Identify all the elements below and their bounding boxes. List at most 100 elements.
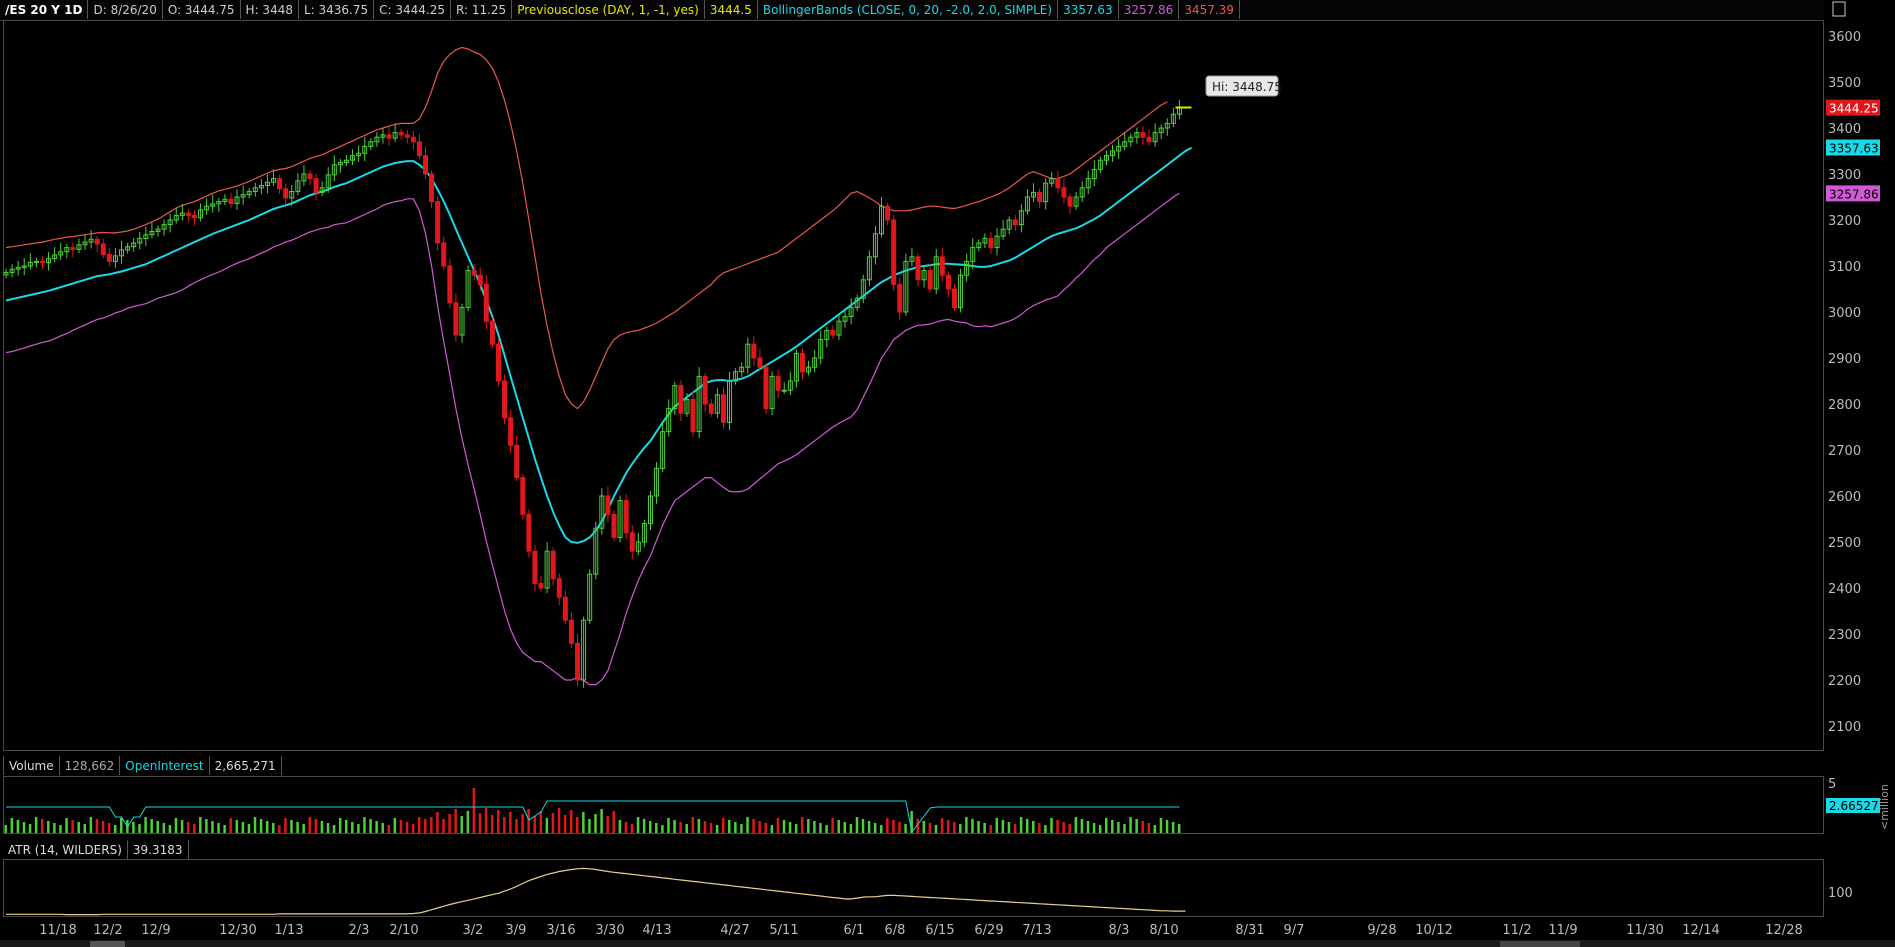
volume-bar xyxy=(460,816,463,833)
volume-bar xyxy=(314,819,318,833)
volume-bar xyxy=(594,814,597,833)
volume-bar xyxy=(715,825,719,833)
horizontal-scrollbar[interactable] xyxy=(0,940,1895,947)
volume-bar xyxy=(849,824,853,833)
volume-bar xyxy=(22,822,26,833)
volume-bar xyxy=(454,809,457,833)
x-axis-tick: 7/13 xyxy=(1022,923,1051,938)
volume-bar xyxy=(332,825,336,833)
volume-bar xyxy=(1171,822,1175,833)
candle-body xyxy=(915,256,921,281)
candle-body xyxy=(945,274,951,290)
volume-bar xyxy=(290,820,293,833)
volume-bar xyxy=(971,819,974,833)
volume-bar xyxy=(1141,821,1144,833)
volume-bar xyxy=(1147,823,1151,833)
candle-body xyxy=(70,247,76,250)
volume-bar xyxy=(95,819,99,833)
y-axis-tick: 2300 xyxy=(1828,628,1861,643)
candle-body xyxy=(532,550,538,584)
volume-bar xyxy=(521,814,524,833)
volume-bar xyxy=(1032,821,1035,833)
volume-bar xyxy=(478,813,482,833)
x-axis-tick: 11/30 xyxy=(1626,923,1663,938)
volume-bar xyxy=(600,809,603,833)
atr-line xyxy=(6,867,1186,916)
volume-bar xyxy=(174,818,178,833)
volume-bar xyxy=(4,825,7,833)
volume-bar xyxy=(490,815,494,833)
volume-bar xyxy=(113,825,117,833)
x-axis-tick: 12/2 xyxy=(93,923,122,938)
volume-bar xyxy=(442,819,445,833)
volume-bar xyxy=(867,821,871,833)
volume-bar xyxy=(144,817,147,833)
volume-bar xyxy=(1013,824,1017,833)
volume-bar xyxy=(728,820,731,833)
volume-bar xyxy=(831,818,834,833)
volume-bar xyxy=(673,820,676,833)
volume-bar xyxy=(65,818,68,833)
volume-bar xyxy=(120,818,123,833)
x-axis-tick: 12/14 xyxy=(1682,923,1719,938)
volume-bar xyxy=(752,819,755,833)
volume-bar xyxy=(557,808,561,833)
volume-bar xyxy=(569,810,573,833)
volume-bar xyxy=(496,810,500,833)
candle-body xyxy=(508,417,514,446)
volume-axis-tick: 5 xyxy=(1828,777,1836,792)
volume-bar xyxy=(965,817,968,833)
volume-bar xyxy=(381,823,384,833)
y-axis-tick: 3600 xyxy=(1828,30,1861,45)
scrollbar-thumb-right[interactable] xyxy=(1500,941,1580,947)
volume-bar xyxy=(1135,819,1138,833)
volume-bar xyxy=(424,819,427,833)
volume-bar xyxy=(898,822,901,833)
volume-bar xyxy=(472,788,476,833)
volume-bar xyxy=(983,823,986,833)
chart-canvas[interactable]: 2100 2200 2300 2400 2500 2600 2700 2800 2900 3000… xyxy=(0,0,1895,947)
volume-bar xyxy=(697,819,701,833)
volume-bar xyxy=(1092,823,1096,833)
volume-bar xyxy=(533,816,536,833)
volume-bar xyxy=(661,825,664,833)
candle-body xyxy=(526,513,532,552)
volume-bar xyxy=(503,817,506,833)
volume-bar xyxy=(405,822,409,833)
volume-bar xyxy=(1050,818,1053,833)
candle-body xyxy=(897,283,903,313)
volume-bar xyxy=(265,821,269,833)
drawing-tool-icon[interactable] xyxy=(1832,1,1846,17)
volume-bar xyxy=(545,818,549,833)
volume-bar xyxy=(691,817,695,833)
x-axis-tick: 9/7 xyxy=(1284,923,1305,938)
candle-body xyxy=(495,343,501,382)
x-axis-tick: 3/2 xyxy=(463,923,484,938)
volume-bar xyxy=(53,823,56,833)
volume-bar xyxy=(825,825,828,833)
candle-body xyxy=(1067,196,1073,207)
x-axis-tick: 6/29 xyxy=(974,923,1003,938)
x-axis-tick: 6/8 xyxy=(885,923,906,938)
candle-body xyxy=(100,243,106,255)
volume-bar xyxy=(636,817,640,833)
volume-bar xyxy=(168,825,172,833)
volume-bar xyxy=(47,821,50,833)
y-axis-tick: 3400 xyxy=(1828,122,1861,137)
candle-body xyxy=(562,596,568,621)
candle-body xyxy=(988,237,994,249)
volume-bar xyxy=(746,817,749,833)
x-axis-tick: 10/12 xyxy=(1415,923,1452,938)
candle-body xyxy=(398,132,404,136)
y-axis-tick: 2700 xyxy=(1828,444,1861,459)
candle-body xyxy=(885,205,891,221)
volume-bar xyxy=(1062,822,1065,833)
scrollbar-thumb[interactable] xyxy=(90,941,125,947)
volume-bar xyxy=(1111,820,1114,833)
volume-bar xyxy=(211,821,214,833)
candle-body xyxy=(781,389,787,392)
candle-body xyxy=(483,283,489,322)
volume-bar xyxy=(709,823,713,833)
candle-body xyxy=(39,260,45,264)
volume-bar xyxy=(861,819,865,833)
